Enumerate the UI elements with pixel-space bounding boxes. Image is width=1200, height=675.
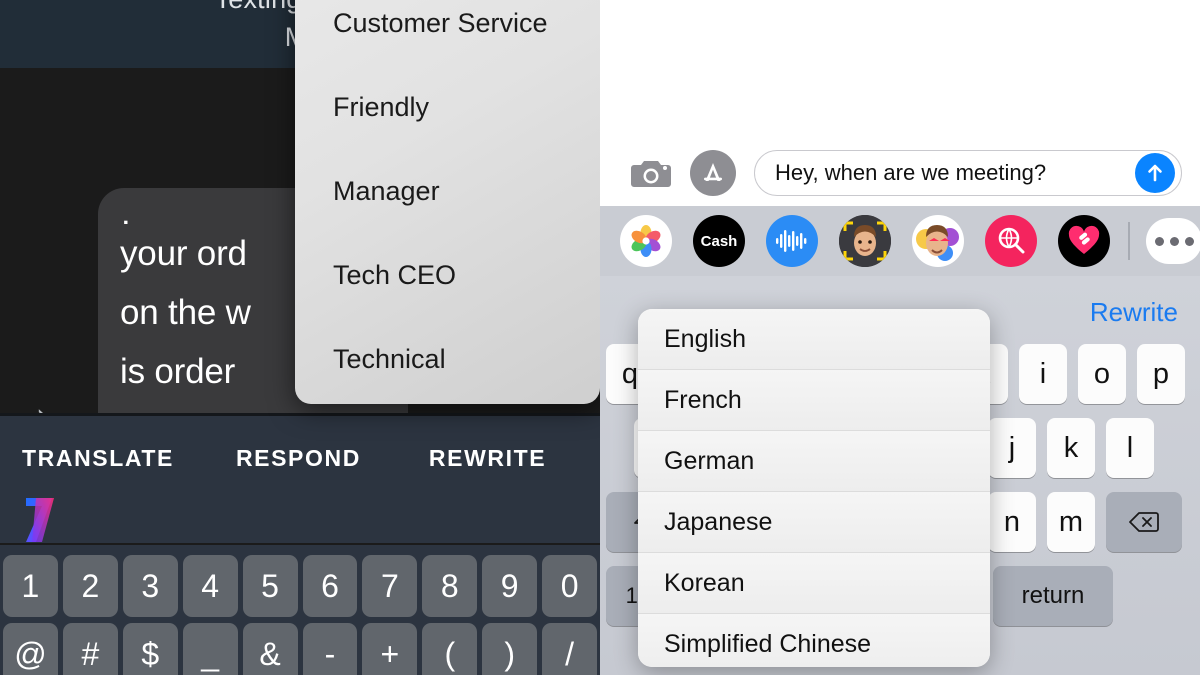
key-3[interactable]: 3 bbox=[122, 555, 178, 617]
tone-dropdown-menu[interactable]: Customer Service Friendly Manager Tech C… bbox=[295, 0, 600, 404]
health-app-icon[interactable] bbox=[1058, 215, 1110, 267]
more-apps-button[interactable] bbox=[1146, 218, 1200, 264]
send-arrow-up-icon[interactable] bbox=[1135, 153, 1175, 193]
ios-messages-panel: Hey, when are we meeting? Cash Rewrite q… bbox=[600, 0, 1200, 675]
keyboard-number-row: 1 2 3 4 5 6 7 8 9 0 bbox=[0, 555, 600, 617]
key-ampersand[interactable]: & bbox=[242, 623, 298, 675]
tone-option-manager[interactable]: Manager bbox=[333, 176, 440, 207]
key-at[interactable]: @ bbox=[3, 623, 58, 675]
ai-tools-row: TRANSLATE RESPOND REWRITE bbox=[0, 438, 600, 478]
language-option-simplified-chinese[interactable]: Simplified Chinese bbox=[638, 614, 990, 667]
ios-key-o[interactable]: o bbox=[1078, 344, 1126, 404]
key-dollar[interactable]: $ bbox=[122, 623, 178, 675]
key-4[interactable]: 4 bbox=[182, 555, 238, 617]
ios-key-j[interactable]: j bbox=[988, 418, 1036, 478]
ios-key-l[interactable]: l bbox=[1106, 418, 1154, 478]
key-minus[interactable]: - bbox=[302, 623, 358, 675]
language-option-english[interactable]: English bbox=[638, 309, 990, 370]
app-store-icon[interactable] bbox=[690, 150, 736, 196]
key-paren-open[interactable]: ( bbox=[422, 623, 478, 675]
language-option-japanese[interactable]: Japanese bbox=[638, 492, 990, 553]
key-0[interactable]: 0 bbox=[542, 555, 598, 617]
tone-option-technical[interactable]: Technical bbox=[333, 344, 446, 375]
apple-cash-label: Cash bbox=[700, 232, 738, 250]
audio-message-app-icon[interactable] bbox=[766, 215, 818, 267]
ios-key-n[interactable]: n bbox=[988, 492, 1036, 552]
more-dot-3 bbox=[1184, 236, 1194, 246]
keyboard-symbol-row: @ # $ _ & - + ( ) / bbox=[0, 623, 600, 675]
zeta-gradient-logo-icon[interactable] bbox=[22, 494, 62, 546]
android-symbol-keyboard: 1 2 3 4 5 6 7 8 9 0 @ # $ _ & - + ( ) / bbox=[0, 545, 600, 675]
key-2[interactable]: 2 bbox=[62, 555, 118, 617]
key-1[interactable]: 1 bbox=[3, 555, 58, 617]
key-hash[interactable]: # bbox=[62, 623, 118, 675]
rewrite-button[interactable]: REWRITE bbox=[429, 445, 546, 472]
memoji-app-icon[interactable] bbox=[839, 215, 891, 267]
language-option-korean[interactable]: Korean bbox=[638, 553, 990, 614]
key-5[interactable]: 5 bbox=[242, 555, 298, 617]
more-dot-2 bbox=[1169, 236, 1179, 246]
screenshot-root: Texting with C MI › · your ord on the w … bbox=[0, 0, 1200, 675]
tone-option-customer-service[interactable]: Customer Service bbox=[333, 8, 548, 39]
ios-keyboard: Rewrite q w e r t y u i o p a s d f g h bbox=[600, 276, 1200, 675]
animoji-stickers-app-icon[interactable] bbox=[912, 215, 964, 267]
ios-key-m[interactable]: m bbox=[1047, 492, 1095, 552]
camera-icon[interactable] bbox=[630, 156, 672, 190]
key-8[interactable]: 8 bbox=[422, 555, 478, 617]
tone-option-friendly[interactable]: Friendly bbox=[333, 92, 429, 123]
respond-button[interactable]: RESPOND bbox=[236, 445, 361, 472]
gif-search-app-icon[interactable] bbox=[985, 215, 1037, 267]
imessage-input[interactable]: Hey, when are we meeting? bbox=[754, 150, 1182, 196]
language-dropdown-menu[interactable]: English French German Japanese Korean Si… bbox=[638, 309, 990, 667]
language-option-german[interactable]: German bbox=[638, 431, 990, 492]
ios-conversation-area bbox=[600, 0, 1200, 140]
android-messaging-panel: Texting with C MI › · your ord on the w … bbox=[0, 0, 600, 675]
tone-option-tech-ceo[interactable]: Tech CEO bbox=[333, 260, 456, 291]
imessage-input-value: Hey, when are we meeting? bbox=[775, 160, 1047, 185]
language-option-french[interactable]: French bbox=[638, 370, 990, 431]
key-underscore[interactable]: _ bbox=[182, 623, 238, 675]
backspace-delete-icon[interactable] bbox=[1106, 492, 1182, 552]
imessage-app-drawer: Cash bbox=[600, 206, 1200, 276]
translate-button[interactable]: TRANSLATE bbox=[22, 445, 174, 472]
key-9[interactable]: 9 bbox=[482, 555, 538, 617]
key-paren-close[interactable]: ) bbox=[482, 623, 538, 675]
key-plus[interactable]: + bbox=[362, 623, 418, 675]
photos-app-icon[interactable] bbox=[620, 215, 672, 267]
ios-key-i[interactable]: i bbox=[1019, 344, 1067, 404]
ios-input-bar: Hey, when are we meeting? bbox=[600, 140, 1200, 206]
key-slash[interactable]: / bbox=[542, 623, 598, 675]
ios-key-p[interactable]: p bbox=[1137, 344, 1185, 404]
drawer-divider bbox=[1128, 222, 1130, 260]
key-6[interactable]: 6 bbox=[302, 555, 358, 617]
key-7[interactable]: 7 bbox=[362, 555, 418, 617]
ios-key-k[interactable]: k bbox=[1047, 418, 1095, 478]
apple-cash-app-icon[interactable]: Cash bbox=[693, 215, 745, 267]
return-key[interactable]: return bbox=[993, 566, 1113, 626]
rewrite-link[interactable]: Rewrite bbox=[1090, 297, 1178, 328]
ai-tools-bar: TRANSLATE RESPOND REWRITE bbox=[0, 413, 600, 543]
more-dot-1 bbox=[1154, 236, 1164, 246]
